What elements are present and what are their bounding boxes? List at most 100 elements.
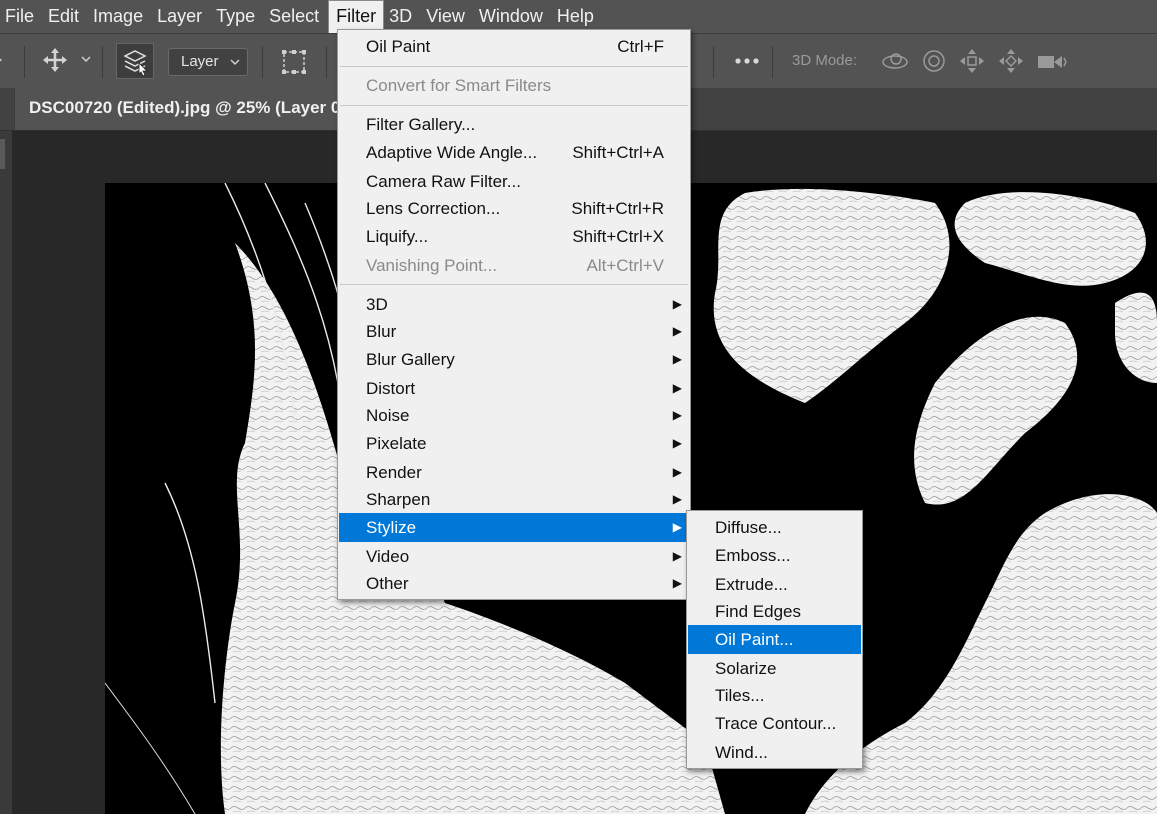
menu-item-trace-contour[interactable]: Trace Contour... [688,710,861,737]
divider [713,46,714,78]
menu-separator [340,105,688,106]
menu-item-label: Render [366,463,422,482]
menu-item-lens-correction[interactable]: Lens Correction... Shift+Ctrl+R [339,195,689,222]
roll-3d-icon[interactable] [920,47,948,80]
menu-item-video[interactable]: Video ▶ [339,543,689,570]
drag-3d-icon[interactable] [958,47,986,80]
menu-item-stylize[interactable]: Stylize ▶ [339,513,689,542]
submenu-arrow-icon: ▶ [672,297,682,311]
submenu-arrow-icon: ▶ [672,492,682,506]
menu-item-label: Distort [366,379,416,398]
submenu-arrow-icon: ▶ [672,408,682,422]
menu-item-diffuse[interactable]: Diffuse... [688,514,861,541]
menu-item-label: Extrude... [715,575,788,594]
submenu-arrow-icon: ▶ [672,549,682,563]
panel-grip[interactable] [0,139,5,169]
menu-item-find-edges[interactable]: Find Edges [688,598,861,625]
menu-item-label: Wind... [715,743,768,762]
menu-item-shortcut: Alt+Ctrl+V [586,256,664,275]
stylize-submenu: Diffuse... Emboss... Extrude... Find Edg… [686,510,863,769]
more-options-icon[interactable] [734,54,760,73]
menu-item-label: Filter Gallery... [366,115,476,134]
menu-item-label: Convert for Smart Filters [366,76,552,95]
slide-3d-icon[interactable] [997,47,1025,80]
divider [772,46,773,78]
menu-item-extrude[interactable]: Extrude... [688,571,861,598]
menu-item-blur-gallery[interactable]: Blur Gallery ▶ [339,346,689,373]
menu-separator [340,66,688,67]
menu-item-shortcut: Shift+Ctrl+R [571,199,664,218]
auto-select-target-dropdown[interactable]: Layer [168,48,248,76]
layers-icon [123,50,148,77]
menu-item-label: 3D [366,295,388,314]
menu-item-shortcut: Shift+Ctrl+A [572,143,664,162]
submenu-arrow-icon: ▶ [672,352,682,366]
menu-item-liquify[interactable]: Liquify... Shift+Ctrl+X [339,223,689,250]
menu-item-tiles[interactable]: Tiles... [688,682,861,709]
menu-item-3d[interactable]: 3D ▶ [339,291,689,318]
chevron-down-icon [229,49,241,84]
menu-item-label: Oil Paint... [715,630,794,649]
document-tab[interactable]: DSC00720 (Edited).jpg @ 25% (Layer 0 c [14,88,344,130]
menu-item-camera-raw-filter[interactable]: Camera Raw Filter... [339,168,689,195]
submenu-arrow-icon: ▶ [672,465,682,479]
menu-item-adaptive-wide-angle[interactable]: Adaptive Wide Angle... Shift+Ctrl+A [339,139,689,166]
menu-item-label: Pixelate [366,434,427,453]
menu-item-distort[interactable]: Distort ▶ [339,375,689,402]
divider [24,46,25,78]
tool-preset-icon[interactable] [0,46,8,80]
menu-item-label: Blur [366,322,397,341]
menu-item-convert-smart-filters: Convert for Smart Filters [339,72,689,99]
filter-menu: Oil Paint Ctrl+F Convert for Smart Filte… [337,29,691,600]
menu-edit[interactable]: Edit [43,0,88,33]
move-tool-icon[interactable] [42,47,68,78]
menu-item-label: Noise [366,406,410,425]
menu-type[interactable]: Type [211,0,264,33]
scale-3d-camera-icon[interactable] [1036,50,1068,79]
divider [102,46,103,78]
menu-item-emboss[interactable]: Emboss... [688,542,861,569]
menu-item-sharpen[interactable]: Sharpen ▶ [339,486,689,513]
menu-item-label: Adaptive Wide Angle... [366,143,538,162]
menu-item-other[interactable]: Other ▶ [339,570,689,597]
auto-select-toggle[interactable] [116,43,154,79]
divider [262,46,263,78]
dropdown-value: Layer [181,53,219,70]
divider [326,46,327,78]
menu-item-label: Liquify... [366,227,429,246]
menu-item-label: Vanishing Point... [366,256,498,275]
menu-item-label: Sharpen [366,490,431,509]
menu-item-solarize[interactable]: Solarize [688,655,861,682]
submenu-arrow-icon: ▶ [672,324,682,338]
menu-item-label: Lens Correction... [366,199,501,218]
menu-item-blur[interactable]: Blur ▶ [339,318,689,345]
menu-file[interactable]: File [0,0,43,33]
menu-item-render[interactable]: Render ▶ [339,459,689,486]
orbit-3d-icon[interactable] [880,48,910,81]
menu-item-label: Find Edges [715,602,801,621]
menu-item-label: Other [366,574,409,593]
menu-item-last-filter[interactable]: Oil Paint Ctrl+F [339,33,689,60]
submenu-arrow-icon: ▶ [672,576,682,590]
menu-item-oil-paint[interactable]: Oil Paint... [688,625,861,654]
menu-layer[interactable]: Layer [152,0,211,33]
show-transform-controls-icon[interactable] [280,48,308,81]
menu-item-label: Oil Paint [366,37,431,56]
menu-item-wind[interactable]: Wind... [688,739,861,766]
menu-item-label: Diffuse... [715,518,782,537]
menu-image[interactable]: Image [88,0,152,33]
menu-item-label: Emboss... [715,546,791,565]
submenu-arrow-icon: ▶ [672,436,682,450]
submenu-arrow-icon: ▶ [672,381,682,395]
menu-item-vanishing-point: Vanishing Point... Alt+Ctrl+V [339,252,689,279]
menu-item-pixelate[interactable]: Pixelate ▶ [339,430,689,457]
chevron-down-icon[interactable] [80,52,92,70]
menu-separator [340,284,688,285]
menu-item-noise[interactable]: Noise ▶ [339,402,689,429]
menu-item-label: Video [366,547,410,566]
menu-item-label: Trace Contour... [715,714,837,733]
menu-item-label: Blur Gallery [366,350,455,369]
menu-select[interactable]: Select [264,0,328,33]
menu-item-filter-gallery[interactable]: Filter Gallery... [339,111,689,138]
menu-item-shortcut: Shift+Ctrl+X [572,227,664,246]
